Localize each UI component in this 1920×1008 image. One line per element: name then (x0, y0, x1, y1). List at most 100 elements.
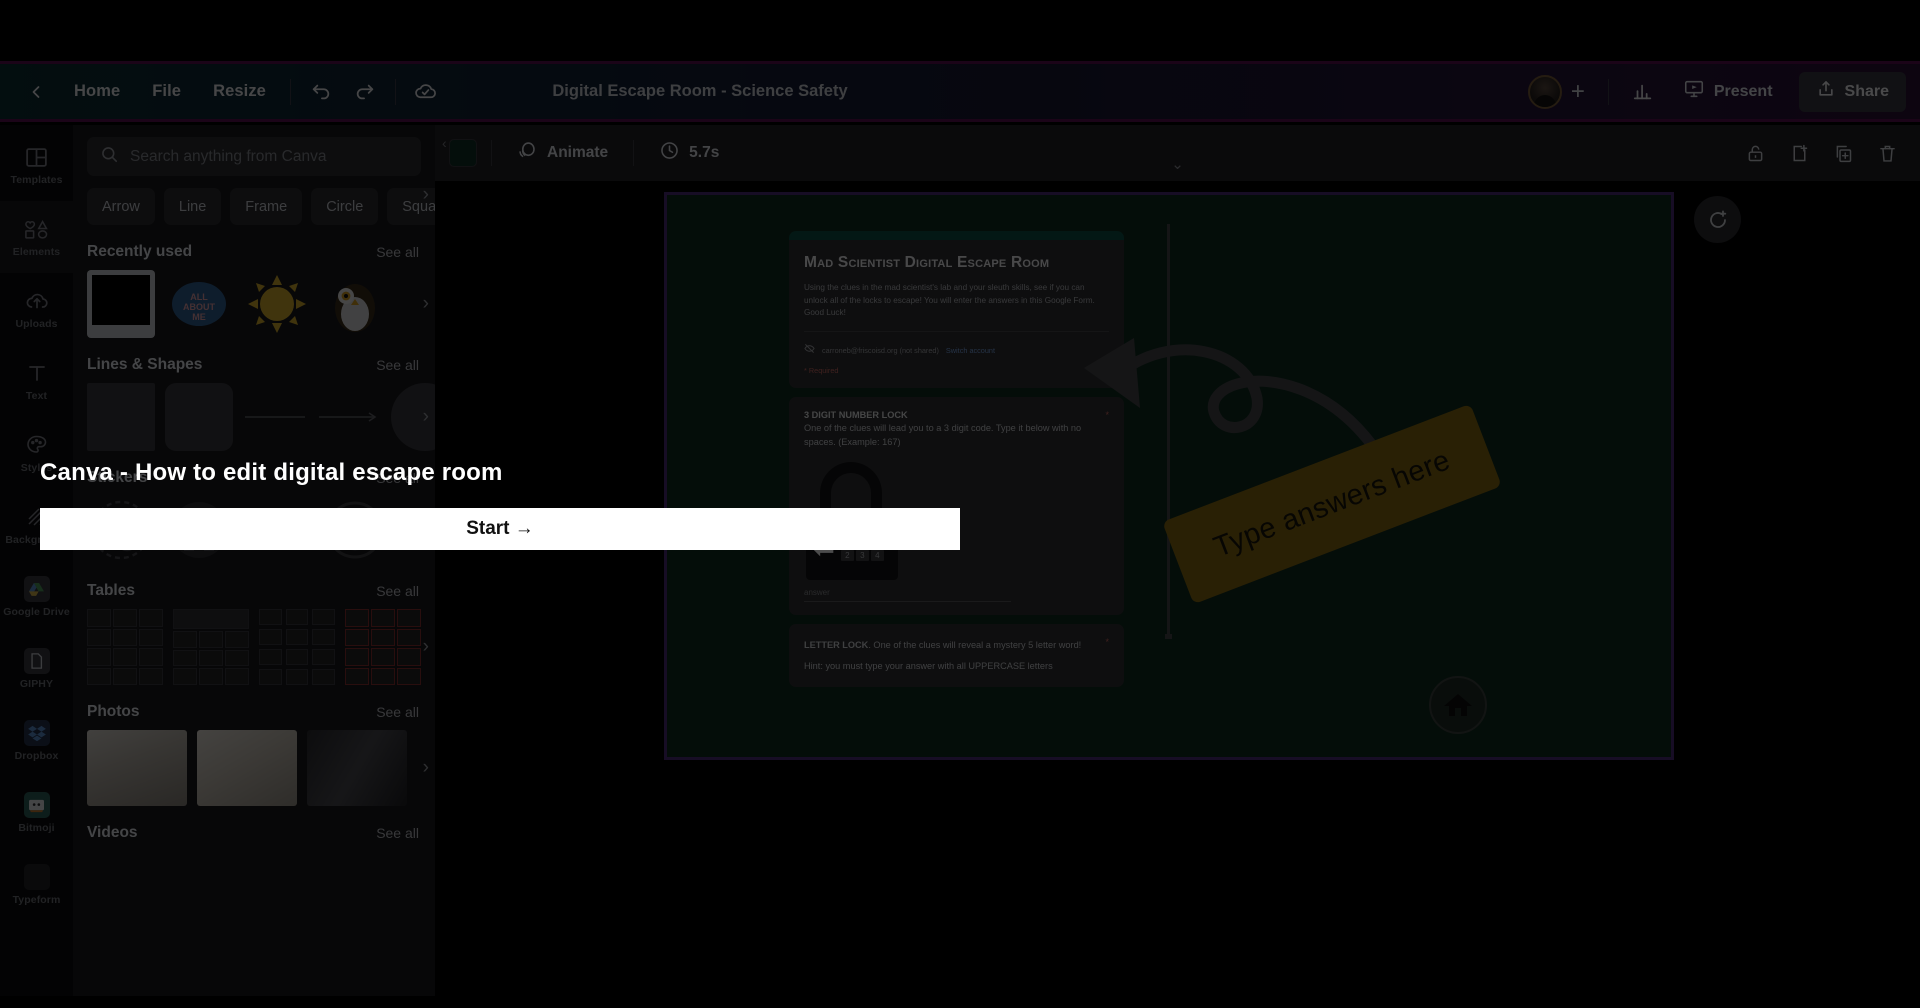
styles-icon (24, 432, 49, 458)
sidebar-item-uploads[interactable]: Uploads (0, 273, 73, 345)
question-hint: Hint: you must type your answer with all… (804, 661, 1053, 672)
home-icon[interactable] (1429, 676, 1487, 734)
chip-line-filter[interactable]: Line (163, 188, 222, 225)
cloud-saved-icon[interactable] (404, 72, 448, 112)
chevron-down-icon[interactable]: ⌄ (1171, 155, 1184, 173)
section-header-videos: Videos See all (73, 806, 435, 851)
see-all-link[interactable]: See all (376, 825, 419, 841)
duration-button[interactable]: 5.7s (648, 134, 730, 172)
home-label: Home (74, 82, 121, 100)
photo-thumb-card[interactable] (307, 730, 407, 806)
sidebar-item-typeform[interactable]: Typeform (0, 849, 73, 921)
section-header-lines-shapes: Lines & Shapes See all (73, 338, 435, 383)
add-collaborator-button[interactable]: + (1560, 74, 1596, 110)
sidebar-item-bitmoji[interactable]: Bitmoji (0, 777, 73, 849)
video-overlay-title: Canva - How to edit digital escape room (40, 459, 503, 486)
share-button[interactable]: Share (1798, 71, 1906, 112)
see-all-link[interactable]: See all (376, 244, 419, 260)
background-color-swatch[interactable] (449, 139, 477, 167)
table-template-header[interactable] (173, 609, 249, 685)
redo-icon[interactable] (343, 72, 387, 112)
left-sidebar: Templates Elements Uploads Text Styles B… (0, 125, 73, 1008)
sidebar-item-label: GIPHY (19, 678, 54, 690)
trash-icon[interactable] (1868, 134, 1906, 172)
element-thumb-frame[interactable] (87, 270, 155, 338)
section-header-recently-used: Recently used See all (73, 225, 435, 270)
element-thumb-owl[interactable] (321, 270, 389, 338)
form-description: Using the clues in the mad scientist's l… (804, 282, 1095, 318)
top-toolbar: Home File Resize Digital Escape Room - S… (0, 61, 1920, 122)
lock-icon[interactable] (1736, 134, 1774, 172)
carousel-next-icon[interactable]: › (423, 406, 429, 428)
table-template-red[interactable] (345, 609, 421, 685)
toolbar-divider-3 (1607, 78, 1609, 105)
see-all-link[interactable]: See all (376, 357, 419, 373)
back-button[interactable] (14, 72, 58, 112)
sidebar-item-label: Dropbox (14, 750, 59, 762)
top-toolbar-left: Home File Resize (0, 64, 448, 119)
sidebar-item-label: Templates (10, 174, 63, 186)
present-button[interactable]: Present (1669, 72, 1787, 112)
avatar[interactable] (1527, 74, 1562, 109)
section-title: Recently used (87, 243, 193, 260)
see-all-link[interactable]: See all (376, 583, 419, 599)
shape-rounded-square[interactable] (165, 383, 233, 451)
chip-arrow-filter[interactable]: Arrow (87, 188, 155, 225)
answer-field[interactable]: answer (804, 588, 1012, 602)
bitmoji-icon (23, 792, 50, 818)
shape-line[interactable] (243, 383, 307, 451)
carousel-next-icon[interactable]: › (423, 757, 429, 779)
sidebar-item-text[interactable]: Text (0, 345, 73, 417)
svg-text:ALL: ALL (190, 292, 208, 302)
element-thumb-all-about-me[interactable]: ALL ABOUT ME (165, 270, 233, 338)
present-label: Present (1713, 82, 1773, 100)
chevron-right-icon[interactable]: › (423, 184, 429, 206)
sidebar-item-google-drive[interactable]: Google Drive (0, 561, 73, 633)
table-template-spaced[interactable] (259, 609, 335, 685)
home-button[interactable]: Home (58, 72, 136, 112)
photo-thumb-livingroom[interactable] (197, 730, 297, 806)
file-menu-button[interactable]: File (136, 72, 197, 112)
present-icon (1683, 78, 1705, 105)
table-template-3x4[interactable] (87, 609, 163, 685)
resize-button[interactable]: Resize (197, 72, 282, 112)
giphy-icon (23, 648, 50, 674)
switch-account-link[interactable]: Switch account (946, 346, 995, 355)
section-title: Lines & Shapes (87, 356, 203, 373)
sidebar-item-elements[interactable]: Elements (0, 201, 73, 273)
chip-circle-filter[interactable]: Circle (311, 188, 379, 225)
see-all-link[interactable]: See all (376, 704, 419, 720)
insights-icon[interactable] (1621, 72, 1665, 112)
page-actions (1736, 134, 1906, 172)
elements-panel: Arrow Line Frame Circle Square › Recentl… (73, 125, 435, 1008)
canva-editor-window: Home File Resize Digital Escape Room - S… (0, 0, 1920, 1008)
add-page-icon[interactable] (1780, 134, 1818, 172)
section-header-photos: Photos See all (73, 685, 435, 730)
page-title: Digital Escape Room - Science Safety (552, 82, 848, 100)
slide-canvas[interactable]: Mad Scientist Digital Escape Room Using … (664, 192, 1674, 760)
chip-frame-filter[interactable]: Frame (230, 188, 303, 225)
canvas-prev-icon[interactable]: ‹ (442, 135, 447, 151)
shape-arrow-line[interactable] (317, 383, 381, 451)
animate-button[interactable]: Animate (506, 134, 619, 172)
sidebar-item-dropbox[interactable]: Dropbox (0, 705, 73, 777)
google-drive-icon (23, 576, 50, 602)
shape-square[interactable] (87, 383, 155, 451)
photo-thumb-balcony[interactable] (87, 730, 187, 806)
undo-icon[interactable] (299, 72, 343, 112)
sidebar-item-giphy[interactable]: GIPHY (0, 633, 73, 705)
search-box[interactable] (87, 137, 421, 176)
carousel-next-icon[interactable]: › (423, 293, 429, 315)
section-title: Photos (87, 703, 140, 720)
rotate-icon[interactable] (1694, 196, 1741, 243)
search-input[interactable] (130, 147, 408, 166)
start-button[interactable]: Start → (40, 508, 960, 550)
carousel-next-icon[interactable]: › (423, 636, 429, 658)
sidebar-item-templates[interactable]: Templates (0, 129, 73, 201)
duplicate-icon[interactable] (1824, 134, 1862, 172)
photos-row: › (73, 730, 435, 806)
question-body: . One of the clues will reveal a mystery… (868, 639, 1082, 650)
element-thumb-sun[interactable] (243, 270, 311, 338)
lines-shapes-row: › (73, 383, 435, 451)
letterbox-bottom (0, 996, 1920, 1008)
